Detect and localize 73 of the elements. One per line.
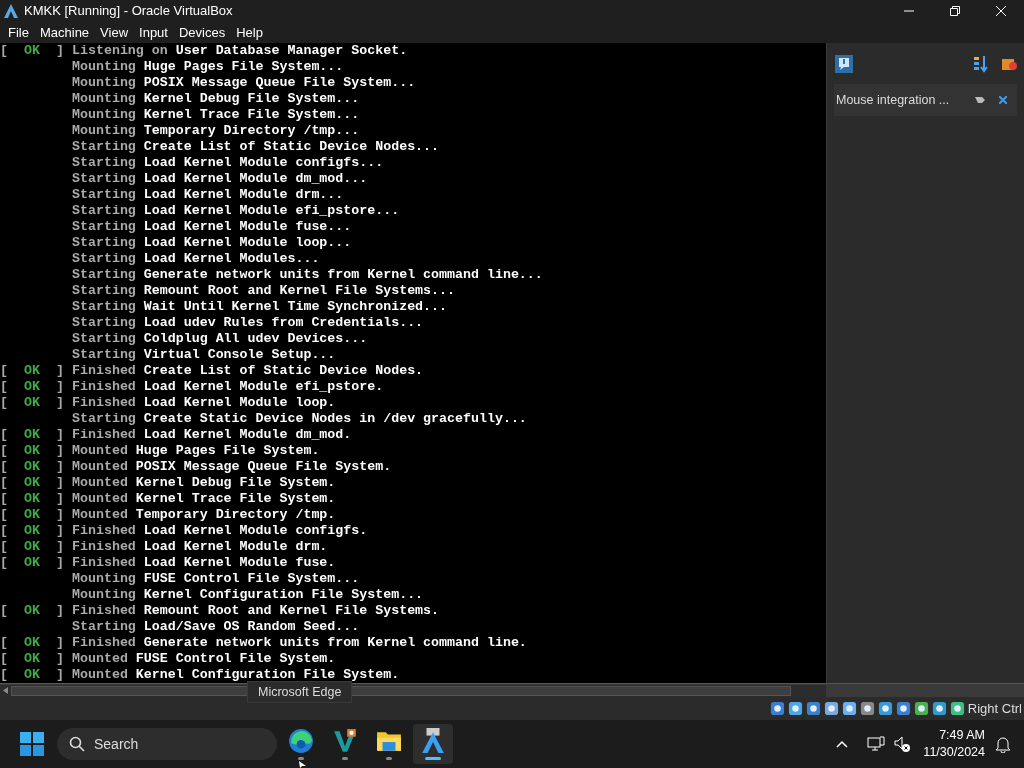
console-line: Mounting Huge Pages File System... xyxy=(71,59,344,75)
console-line: Starting Load Kernel Module efi_pstore... xyxy=(71,203,400,219)
menu-item[interactable]: Help xyxy=(231,22,268,43)
close-icon[interactable] xyxy=(999,96,1007,104)
console-line: Mounting POSIX Message Queue File System... xyxy=(71,75,416,91)
menu-item[interactable]: Devices xyxy=(173,22,231,43)
console-line: Starting Load Kernel Module drm... xyxy=(71,187,344,203)
console-line: Starting Generate network units from Kernel command line... xyxy=(71,267,543,283)
console-line: Starting Load Kernel Module dm_mod... xyxy=(71,171,368,187)
edge-icon xyxy=(288,728,314,754)
menu-item[interactable]: View xyxy=(95,22,134,43)
console-line: Starting Load Kernel Module configfs... xyxy=(71,155,384,171)
console-line: Mounting Temporary Directory /tmp... xyxy=(71,123,360,139)
console-line: Starting Load Kernel Module loop... xyxy=(71,235,352,251)
console-line: Mounting Kernel Trace File System... xyxy=(71,107,360,123)
bell-icon[interactable] xyxy=(995,735,1011,753)
window-title: KMKK [Running] - Oracle VirtualBox xyxy=(24,2,233,21)
console-line: Starting Load Kernel Module fuse... xyxy=(71,219,352,235)
console-line: [ OK ] Finished Load Kernel Module efi_pstore. xyxy=(0,379,384,395)
console-line: [ OK ] Finished Load Kernel Module fuse. xyxy=(0,555,336,571)
close-icon xyxy=(996,6,1006,16)
clock-time[interactable]: 7:49 AM xyxy=(939,727,985,744)
menu-item[interactable]: Input xyxy=(134,22,173,43)
console-line: [ OK ] Mounted Temporary Directory /tmp. xyxy=(0,507,336,523)
console-line: [ OK ] Mounted Kernel Trace File System. xyxy=(0,491,336,507)
console-line: Mounting FUSE Control File System... xyxy=(71,571,360,587)
console-line: [ OK ] Finished Load Kernel Module dm_mod. xyxy=(0,427,352,443)
console-line: [ OK ] Mounted POSIX Message Queue File System. xyxy=(0,459,392,475)
chevron-up-icon[interactable] xyxy=(836,740,849,748)
network-icon[interactable] xyxy=(867,735,886,753)
console-line: Starting Virtual Console Setup... xyxy=(71,347,336,363)
console-line: [ OK ] Finished Create List of Static Device Nodes. xyxy=(0,363,424,379)
taskbar-app-button[interactable] xyxy=(413,724,453,764)
console-line: [ OK ] Mounted FUSE Control File System. xyxy=(0,651,336,667)
sort-icon[interactable] xyxy=(973,55,989,73)
search-icon xyxy=(69,736,85,752)
app-logo-icon xyxy=(3,3,19,19)
console-line: [ OK ] Finished Generate network units from Kernel command line. xyxy=(0,635,527,651)
notification-icon[interactable] xyxy=(834,54,854,74)
mouse-cursor-icon xyxy=(299,761,306,768)
console-line: Starting Load Kernel Modules... xyxy=(71,251,320,267)
start-icon[interactable] xyxy=(20,732,44,756)
search-input[interactable]: Search xyxy=(94,733,244,755)
search-field[interactable]: Search xyxy=(57,728,277,760)
console-line: Starting Remount Root and Kernel File Systems... xyxy=(71,283,456,299)
virtualbox-icon xyxy=(420,728,446,754)
console-line: [ OK ] Finished Load Kernel Module configfs. xyxy=(0,523,368,539)
restore-icon xyxy=(950,6,960,16)
console-line: Starting Load/Save OS Random Seed... xyxy=(71,619,360,635)
console-line: [ OK ] Listening on User Database Manager Socket. xyxy=(0,43,408,59)
console-line: [ OK ] Mounted Kernel Debug File System. xyxy=(0,475,336,491)
console-line: Mounting Kernel Configuration File System... xyxy=(71,587,424,603)
clock-date[interactable]: 11/30/2024 xyxy=(923,744,985,761)
console-line: Starting Load udev Rules from Credentials... xyxy=(71,315,424,331)
notification-text: Mouse integration ... xyxy=(836,91,950,109)
muted-speaker-icon[interactable] xyxy=(893,735,912,753)
console-line: Starting Wait Until Kernel Time Synchronized... xyxy=(71,299,448,315)
console-line: Starting Create Static Device Nodes in /dev gracefully... xyxy=(71,411,527,427)
studio-icon xyxy=(332,728,358,754)
menu-item[interactable]: Machine xyxy=(34,22,95,43)
console-line: [ OK ] Finished Load Kernel Module drm. xyxy=(0,539,328,555)
console-line: [ OK ] Mounted Huge Pages File System. xyxy=(0,443,320,459)
console-line: [ OK ] Finished Remount Root and Kernel File Systems. xyxy=(0,603,440,619)
console-line: [ OK ] Finished Load Kernel Module loop. xyxy=(0,395,336,411)
tooltip: Microsoft Edge xyxy=(247,681,353,703)
scroll-left-icon[interactable] xyxy=(3,687,8,694)
menu-item[interactable]: File xyxy=(3,22,34,43)
console-line: Starting Create List of Static Device Nodes... xyxy=(71,139,440,155)
host-key-label: Right Ctrl xyxy=(967,699,1022,718)
horizontal-scrollbar[interactable] xyxy=(0,684,826,697)
console-line: Starting Coldplug All udev Devices... xyxy=(71,331,368,347)
console-line: [ OK ] Mounted Kernel Configuration File System. xyxy=(0,667,400,683)
console-line: Mounting Kernel Debug File System... xyxy=(71,91,360,107)
